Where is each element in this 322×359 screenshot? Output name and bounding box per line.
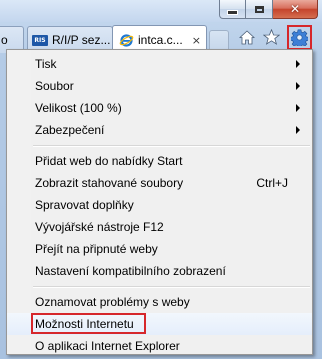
close-button[interactable]: ✕ xyxy=(273,0,318,19)
menu-item-label: Spravovat doplňky xyxy=(35,198,134,212)
menu-item-add-to-start[interactable]: Přidat web do nabídky Start xyxy=(7,150,312,172)
window-controls: ✕ xyxy=(219,0,318,19)
menu-item-label: O aplikaci Internet Explorer xyxy=(35,339,180,353)
minimize-button[interactable] xyxy=(219,0,246,19)
menu-item-dev-tools[interactable]: Vývojářské nástroje F12 xyxy=(7,216,312,238)
tab-close-icon[interactable]: × xyxy=(192,34,201,47)
star-icon xyxy=(262,29,280,45)
menu-item-print[interactable]: Tisk xyxy=(7,53,312,75)
menu-item-label: Zabezpečení xyxy=(35,123,105,137)
menu-item-report-problems[interactable]: Oznamovat problémy s weby xyxy=(7,291,312,313)
gear-icon xyxy=(291,29,308,46)
tools-menu: Tisk Soubor Velikost (100 %) Zabezpečení… xyxy=(6,49,313,355)
menu-item-label: Nastavení kompatibilního zobrazení xyxy=(35,264,226,278)
menu-item-label: Přejít na připnuté weby xyxy=(35,242,158,256)
menu-item-compat-view[interactable]: Nastavení kompatibilního zobrazení xyxy=(7,260,312,282)
menu-item-shortcut: Ctrl+J xyxy=(256,176,288,190)
menu-item-label: Velikost (100 %) xyxy=(35,101,122,115)
menu-item-label: Tisk xyxy=(35,57,57,71)
command-icons xyxy=(238,24,312,50)
submenu-arrow-icon xyxy=(296,104,300,112)
submenu-arrow-icon xyxy=(296,82,300,90)
tools-button[interactable] xyxy=(287,24,312,50)
menu-item-zoom[interactable]: Velikost (100 %) xyxy=(7,97,312,119)
highlight-box xyxy=(31,313,146,334)
tab-label: intca.c... xyxy=(138,33,183,47)
menu-item-label: Zobrazit stahované soubory xyxy=(35,176,184,190)
menu-item-label: Soubor xyxy=(35,79,74,93)
menu-list: Tisk Soubor Velikost (100 %) Zabezpečení… xyxy=(7,53,312,357)
menu-item-safety[interactable]: Zabezpečení xyxy=(7,119,312,141)
menu-item-label: Přidat web do nabídky Start xyxy=(35,154,183,168)
menu-item-about-ie[interactable]: O aplikaci Internet Explorer xyxy=(7,335,312,357)
menu-item-label: Vývojářské nástroje F12 xyxy=(35,220,164,234)
submenu-arrow-icon xyxy=(296,126,300,134)
favorites-button[interactable] xyxy=(262,28,280,46)
home-button[interactable] xyxy=(238,28,256,46)
menu-item-file[interactable]: Soubor xyxy=(7,75,312,97)
submenu-arrow-icon xyxy=(296,60,300,68)
menu-separator xyxy=(7,141,312,150)
tab-label: R/I/P sez... xyxy=(52,33,111,47)
menu-separator xyxy=(7,282,312,291)
ie-favicon-icon xyxy=(119,33,134,48)
menu-item-pinned-sites[interactable]: Přejít na připnuté weby xyxy=(7,238,312,260)
maximize-icon xyxy=(254,5,264,13)
menu-item-label: Oznamovat problémy s weby xyxy=(35,295,190,309)
menu-item-internet-options[interactable]: Možnosti Internetu xyxy=(7,313,312,335)
ris-favicon-icon: RIS xyxy=(32,34,48,46)
home-icon xyxy=(239,29,255,44)
menu-item-manage-addons[interactable]: Spravovat doplňky xyxy=(7,194,312,216)
title-bar: ✕ xyxy=(0,0,322,22)
maximize-button[interactable] xyxy=(246,0,273,19)
menu-item-downloads[interactable]: Zobrazit stahované soubory Ctrl+J xyxy=(7,172,312,194)
tab-label: o xyxy=(1,33,8,47)
close-icon: ✕ xyxy=(289,2,301,16)
minimize-icon xyxy=(227,9,238,15)
